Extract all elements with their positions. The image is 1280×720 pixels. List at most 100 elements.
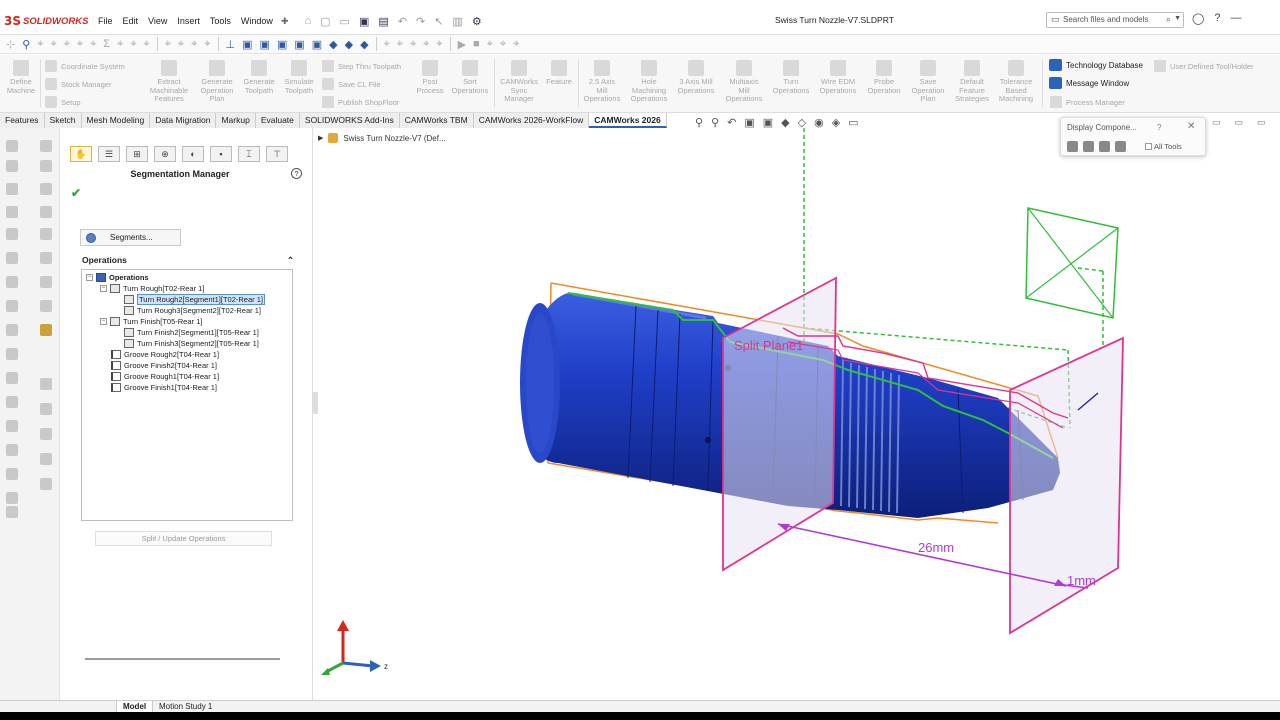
strip-tool-icon[interactable] bbox=[40, 300, 52, 312]
tool-icon-18[interactable]: ⌖ bbox=[410, 38, 416, 51]
appearance-tab[interactable]: ◐ bbox=[182, 146, 204, 162]
display-tool-icon[interactable] bbox=[1099, 141, 1110, 152]
property-manager-tab[interactable]: ⊞ bbox=[126, 146, 148, 162]
tool-icon-22[interactable]: ⌖ bbox=[500, 38, 506, 51]
view-tool-icon-1[interactable]: ⊥ bbox=[226, 38, 236, 51]
generate-plan-button[interactable]: Generate Operation Plan bbox=[196, 60, 238, 104]
view-tool-icon-2[interactable]: ▣ bbox=[242, 38, 252, 51]
feature-button[interactable]: Feature bbox=[543, 60, 575, 87]
tree-node-turn-finish2[interactable]: Turn Finish2[Segment1][T05-Rear 1] bbox=[124, 327, 259, 338]
hole-machining-button[interactable]: Hole Machining Operations bbox=[627, 60, 671, 104]
strip-tool-icon[interactable] bbox=[6, 276, 18, 288]
zoom-tool-icon[interactable]: ⚲ bbox=[22, 38, 30, 51]
view-tool-icon-7[interactable]: ◆ bbox=[329, 38, 337, 51]
strip-tool-icon[interactable] bbox=[6, 252, 18, 264]
view-tool-icon-5[interactable]: ▣ bbox=[294, 38, 304, 51]
message-window-button[interactable]: Message Window bbox=[1049, 77, 1129, 89]
tab-data-migration[interactable]: Data Migration bbox=[150, 113, 217, 128]
sketch-tool-icon[interactable]: ⊹ bbox=[6, 38, 15, 51]
tab-camworks-tbm[interactable]: CAMWorks TBM bbox=[399, 113, 474, 128]
strip-tool-icon[interactable] bbox=[40, 228, 52, 240]
home-icon[interactable]: ⌂ bbox=[304, 15, 311, 28]
strip-tool-icon[interactable] bbox=[6, 372, 18, 384]
camworks-operation-tab[interactable]: ▪ bbox=[210, 146, 232, 162]
step-thru-toolpath-button[interactable]: Step Thru Toolpath bbox=[322, 60, 401, 72]
tool-icon-21[interactable]: ⌖ bbox=[487, 38, 493, 51]
new-document-icon[interactable]: ▢ bbox=[320, 15, 330, 28]
extract-features-button[interactable]: Extract Machinable Features bbox=[146, 60, 192, 104]
operations-section-header[interactable]: Operations ⌃ bbox=[82, 255, 294, 268]
tree-node-groove-rough2[interactable]: Groove Rough2[T04-Rear 1] bbox=[111, 349, 219, 360]
tree-node-turn-rough2[interactable]: Turn Rough2[Segment1][T02-Rear 1] bbox=[124, 294, 265, 305]
tool-icon-17[interactable]: ⌖ bbox=[397, 38, 403, 51]
generate-toolpath-button[interactable]: Generate Toolpath bbox=[239, 60, 279, 95]
open-icon[interactable]: ▭ bbox=[340, 15, 350, 28]
strip-tool-icon[interactable] bbox=[40, 183, 52, 195]
multiaxis-mill-button[interactable]: Multiaxis Mill Operations bbox=[721, 60, 767, 104]
feature-tree-flyout[interactable]: ▶ Swiss Turn Nozzle-V7 (Def... bbox=[318, 133, 446, 143]
tool-icon-16[interactable]: ⌖ bbox=[384, 38, 390, 51]
strip-tool-icon[interactable] bbox=[40, 160, 52, 172]
tool-icon-23[interactable]: ⌖ bbox=[513, 38, 519, 51]
setup-button[interactable]: Setup bbox=[45, 96, 81, 108]
chevron-down-icon[interactable]: ▼ bbox=[1174, 15, 1181, 22]
tool-icon-12[interactable]: ⌖ bbox=[165, 38, 171, 51]
strip-tool-icon[interactable] bbox=[6, 324, 18, 336]
sync-manager-button[interactable]: CAMWorks Sync Manager bbox=[497, 60, 541, 104]
strip-tool-icon[interactable] bbox=[6, 444, 18, 456]
graphics-area[interactable]: Split Plane1 26mm 1mm z bbox=[318, 128, 1280, 700]
tolerance-machining-button[interactable]: Tolerance Based Machining bbox=[995, 60, 1037, 104]
tool-icon-11[interactable]: ⌖ bbox=[144, 38, 150, 51]
close-icon[interactable]: ▭ bbox=[1257, 117, 1266, 128]
configuration-manager-tab[interactable]: ⊕ bbox=[154, 146, 176, 162]
maximize-icon[interactable]: ▭ bbox=[1235, 117, 1244, 128]
strip-tool-icon[interactable] bbox=[6, 420, 18, 432]
tool-icon-3[interactable]: ⌖ bbox=[37, 38, 43, 51]
save-icon[interactable]: ▣ bbox=[359, 15, 369, 28]
feature-manager-tab[interactable]: ☰ bbox=[98, 146, 120, 162]
tool-icon-6[interactable]: ⌖ bbox=[77, 38, 83, 51]
strip-tool-icon[interactable] bbox=[6, 468, 18, 480]
tab-mesh-modeling[interactable]: Mesh Modeling bbox=[81, 113, 151, 128]
strip-tool-icon[interactable] bbox=[6, 183, 18, 195]
tool-icon-5[interactable]: ⌖ bbox=[64, 38, 70, 51]
tool-icon-7[interactable]: ⌖ bbox=[90, 38, 96, 51]
ok-checkmark-icon[interactable]: ✔ bbox=[71, 186, 81, 200]
tab-camworks-2026[interactable]: CAMWorks 2026 bbox=[589, 113, 667, 128]
sigma-icon[interactable]: Σ bbox=[103, 38, 110, 50]
options-gear-icon[interactable]: ⚙ bbox=[472, 15, 482, 28]
redo-icon[interactable]: ↷ bbox=[416, 15, 425, 28]
tree-node-groove-finish1[interactable]: Groove Finish1[T04-Rear 1] bbox=[111, 382, 217, 393]
define-machine-button[interactable]: Define Machine bbox=[4, 60, 38, 95]
print-icon[interactable]: ▤ bbox=[378, 15, 388, 28]
publish-shopfloor-button[interactable]: Publish ShopFloor bbox=[322, 96, 399, 108]
strip-tool-icon[interactable] bbox=[40, 206, 52, 218]
undo-icon[interactable]: ↶ bbox=[398, 15, 407, 28]
post-process-button[interactable]: Post Process bbox=[412, 60, 448, 95]
search-icon[interactable]: ⌕ bbox=[1166, 14, 1171, 25]
strip-tool-icon[interactable] bbox=[40, 276, 52, 288]
probe-operation-button[interactable]: Probe Operation bbox=[863, 60, 905, 95]
stock-manager-button[interactable]: Stock Manager bbox=[45, 78, 111, 90]
menu-file[interactable]: File bbox=[98, 16, 113, 26]
tool-icon-14[interactable]: ⌖ bbox=[191, 38, 197, 51]
tab-evaluate[interactable]: Evaluate bbox=[255, 113, 300, 128]
tool-icon-20[interactable]: ⌖ bbox=[436, 38, 442, 51]
strip-tool-icon[interactable] bbox=[40, 453, 52, 465]
tool-icon-15[interactable]: ⌖ bbox=[204, 38, 210, 51]
menu-view[interactable]: View bbox=[148, 16, 167, 26]
tree-node-turn-rough3[interactable]: Turn Rough3[Segment2][T02-Rear 1] bbox=[124, 305, 261, 316]
camworks-nc-tab[interactable]: ⊤ bbox=[266, 146, 288, 162]
display-tool-icon[interactable] bbox=[1115, 141, 1126, 152]
tool-icon-10[interactable]: ⌖ bbox=[130, 38, 136, 51]
view-tool-icon-6[interactable]: ▣ bbox=[312, 38, 322, 51]
display-tool-icon[interactable] bbox=[1083, 141, 1094, 152]
process-manager-button[interactable]: Process Manager bbox=[1050, 96, 1125, 108]
dimension-26mm-label[interactable]: 26mm bbox=[918, 540, 954, 555]
tool-icon-4[interactable]: ⌖ bbox=[50, 38, 56, 51]
strip-tool-icon[interactable] bbox=[6, 228, 18, 240]
camworks-tool-tab[interactable]: ⌶ bbox=[238, 146, 260, 162]
stop-icon[interactable]: ■ bbox=[473, 38, 480, 50]
tab-sketch[interactable]: Sketch bbox=[44, 113, 82, 128]
tab-camworks-workflow[interactable]: CAMWorks 2026-WorkFlow bbox=[473, 113, 590, 128]
